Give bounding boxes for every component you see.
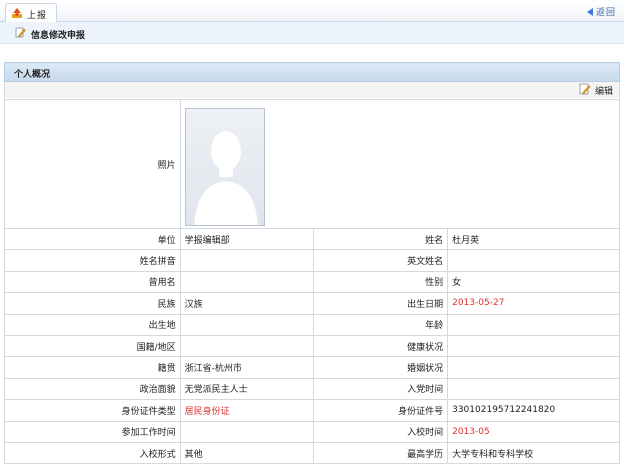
field-value: 2013-05-27 bbox=[447, 292, 620, 315]
table-row: 政治面貌 无党派民主人士 入党时间 bbox=[4, 377, 620, 401]
field-label: 政治面貌 bbox=[4, 377, 181, 401]
photo-cell bbox=[179, 99, 621, 229]
field-value bbox=[447, 377, 620, 401]
field-label: 姓名 bbox=[313, 227, 449, 251]
field-label: 健康状况 bbox=[313, 334, 449, 358]
field-value: 汉族 bbox=[179, 292, 315, 315]
field-label: 国籍/地区 bbox=[4, 334, 181, 358]
field-value: 杜月英 bbox=[447, 227, 620, 251]
table-row: 姓名拼音 英文姓名 bbox=[4, 249, 620, 272]
back-link[interactable]: 返回 bbox=[586, 5, 616, 18]
field-value: 女 bbox=[447, 270, 620, 294]
field-label: 单位 bbox=[4, 227, 181, 251]
field-label: 籍贯 bbox=[4, 356, 181, 379]
upload-icon bbox=[12, 8, 22, 18]
table-row: 国籍/地区 健康状况 bbox=[4, 334, 620, 358]
person-silhouette-icon bbox=[185, 109, 264, 225]
field-value: 2013-05 bbox=[447, 420, 620, 443]
field-label: 民族 bbox=[4, 292, 181, 315]
field-value: 无党派民主人士 bbox=[179, 377, 315, 401]
personal-info-table: 照片 单位 学报编辑部 姓名 杜月英 姓名拼音 英文姓名 曾用名 性别 女 民族… bbox=[4, 99, 621, 465]
field-value: 其他 bbox=[179, 441, 315, 465]
field-value bbox=[447, 249, 620, 272]
table-row: 身份证件类型 居民身份证 身份证件号 330102195712241820 bbox=[4, 399, 620, 422]
field-value bbox=[447, 313, 620, 336]
table-row: 单位 学报编辑部 姓名 杜月英 bbox=[4, 227, 620, 251]
field-value: 居民身份证 bbox=[179, 399, 315, 422]
field-label: 最高学历 bbox=[313, 441, 449, 465]
section-toolbar: 编辑 bbox=[4, 82, 620, 98]
field-value bbox=[447, 334, 620, 358]
tab-report-label: 上报 bbox=[27, 11, 48, 21]
table-row: 曾用名 性别 女 bbox=[4, 270, 620, 294]
field-label: 出生地 bbox=[4, 313, 181, 336]
field-value: 学报编辑部 bbox=[179, 227, 315, 251]
field-value: 浙江省-杭州市 bbox=[179, 356, 315, 379]
field-label: 姓名拼音 bbox=[4, 249, 181, 272]
table-row: 出生地 年龄 bbox=[4, 313, 620, 336]
field-value bbox=[179, 270, 315, 294]
tab-report[interactable]: 上报 bbox=[5, 3, 57, 22]
page-title-bar: 信息修改申报 bbox=[0, 22, 624, 44]
field-value: 330102195712241820 bbox=[447, 399, 620, 422]
field-label: 年龄 bbox=[313, 313, 449, 336]
section-header: 个人概况 bbox=[4, 62, 620, 82]
field-label: 身份证件号 bbox=[313, 399, 449, 422]
table-row: 民族 汉族 出生日期 2013-05-27 bbox=[4, 292, 620, 315]
table-row: 籍贯 浙江省-杭州市 婚姻状况 bbox=[4, 356, 620, 379]
photo-label: 照片 bbox=[4, 99, 181, 229]
field-label: 出生日期 bbox=[313, 292, 449, 315]
page-title: 信息修改申报 bbox=[31, 31, 86, 41]
field-value bbox=[179, 313, 315, 336]
field-label: 参加工作时间 bbox=[4, 420, 181, 443]
top-tab-bar: 上报 返回 bbox=[0, 0, 624, 22]
field-value bbox=[179, 249, 315, 272]
table-row: 参加工作时间 入校时间 2013-05 bbox=[4, 420, 620, 443]
photo-row: 照片 bbox=[4, 99, 621, 229]
edit-icon bbox=[579, 83, 591, 95]
edit-document-icon bbox=[15, 27, 26, 38]
field-value bbox=[179, 420, 315, 443]
table-row: 入校形式 其他 最高学历 大学专科和专科学校 bbox=[4, 441, 620, 465]
field-label: 婚姻状况 bbox=[313, 356, 449, 379]
field-value bbox=[179, 334, 315, 358]
field-label: 性别 bbox=[313, 270, 449, 294]
edit-button[interactable]: 编辑 bbox=[595, 84, 613, 97]
field-value: 大学专科和专科学校 bbox=[447, 441, 620, 465]
field-label: 入校形式 bbox=[4, 441, 181, 465]
field-label: 曾用名 bbox=[4, 270, 181, 294]
back-arrow-icon bbox=[586, 8, 593, 16]
field-label: 身份证件类型 bbox=[4, 399, 181, 422]
field-value bbox=[447, 356, 620, 379]
field-label: 入校时间 bbox=[313, 420, 449, 443]
field-label: 入党时间 bbox=[313, 377, 449, 401]
avatar bbox=[184, 108, 265, 226]
section-title: 个人概况 bbox=[14, 70, 51, 80]
field-label: 英文姓名 bbox=[313, 249, 449, 272]
back-label: 返回 bbox=[595, 8, 616, 18]
